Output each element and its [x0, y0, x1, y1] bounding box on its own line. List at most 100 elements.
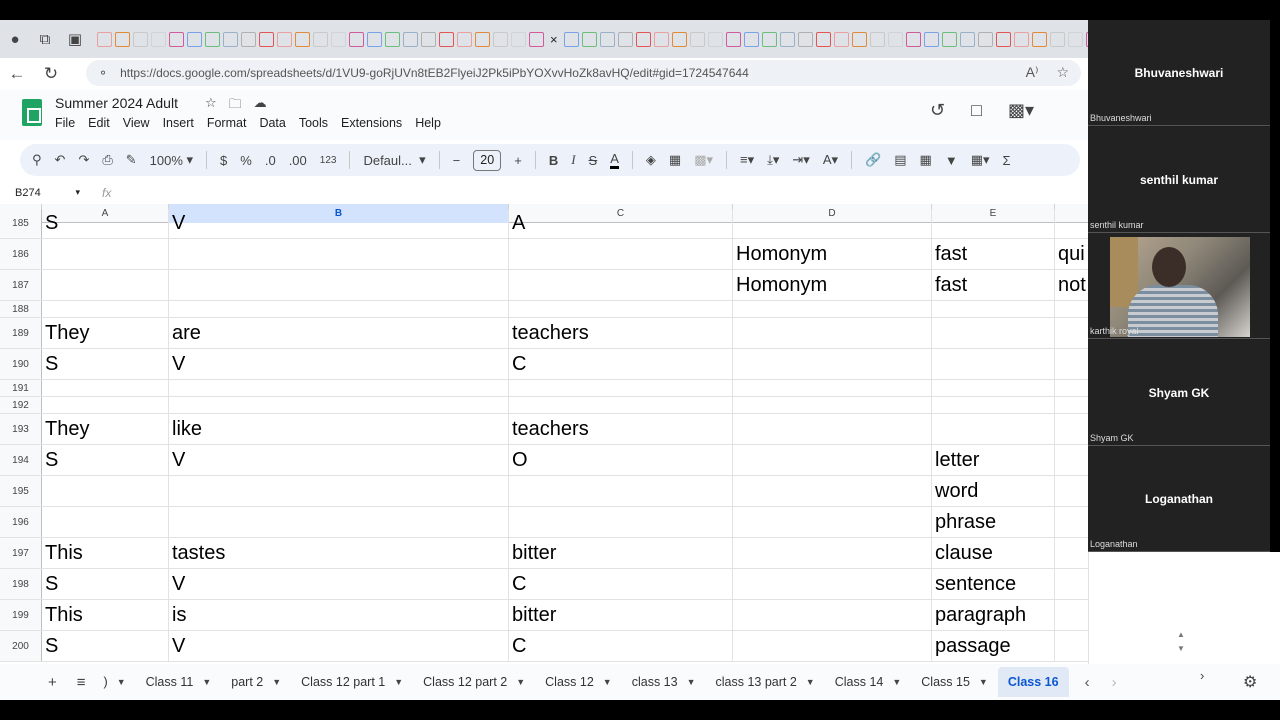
grid-cell[interactable] — [932, 318, 1055, 348]
row-header[interactable]: 198 — [0, 569, 42, 599]
paint-format-icon[interactable]: ✎ — [126, 152, 137, 168]
tab-favicon-icon[interactable] — [511, 31, 526, 47]
tab-favicon-icon[interactable] — [529, 31, 544, 47]
row-header[interactable]: 191 — [0, 380, 42, 396]
tab-favicon-icon[interactable] — [815, 31, 831, 47]
grid-cell[interactable] — [169, 301, 509, 317]
grid-cell[interactable]: is — [169, 600, 509, 630]
menu-help[interactable]: Help — [415, 116, 441, 130]
font-select[interactable]: Defaul... ▾ — [363, 152, 425, 168]
grid-cell[interactable] — [733, 414, 932, 444]
zoom-select[interactable]: 100% ▾ — [150, 152, 193, 168]
tab-favicon-icon[interactable] — [439, 31, 454, 47]
grid-cell[interactable] — [42, 507, 169, 537]
tab-favicon-icon[interactable] — [617, 31, 633, 47]
sheet-tab[interactable]: ) ▼ — [94, 667, 136, 697]
row-header[interactable]: 194 — [0, 445, 42, 475]
font-size-increase-icon[interactable]: + — [514, 153, 522, 168]
grid-cell[interactable]: V — [169, 349, 509, 379]
functions-icon[interactable]: Σ — [1003, 153, 1011, 168]
grid-cell[interactable]: Homonym — [733, 239, 932, 269]
number-format-button[interactable]: 123 — [320, 155, 337, 166]
grid-cell[interactable]: V — [169, 209, 509, 238]
grid-cell[interactable]: O — [509, 445, 733, 475]
grid-cell[interactable]: C — [509, 631, 733, 661]
tab-favicon-icon[interactable] — [1013, 31, 1029, 47]
row-header[interactable]: 188 — [0, 301, 42, 317]
tab-favicon-icon[interactable] — [1031, 31, 1047, 47]
horizontal-align-icon[interactable]: ≡▾ — [740, 152, 754, 168]
back-icon[interactable]: ← — [0, 59, 34, 89]
sheet-tab[interactable]: Class 12 part 2 ▼ — [413, 667, 535, 697]
scroll-up-icon[interactable]: ▲ — [1177, 630, 1185, 639]
menu-data[interactable]: Data — [259, 116, 285, 130]
chevron-down-icon[interactable]: ▼ — [202, 677, 211, 687]
grid-cell[interactable]: tastes — [169, 538, 509, 568]
tab-favicon-icon[interactable] — [671, 31, 687, 47]
grid-cell[interactable] — [169, 270, 509, 300]
tab-favicon-icon[interactable] — [169, 31, 184, 47]
grid-cell[interactable] — [42, 380, 169, 396]
grid-cell[interactable] — [1055, 600, 1088, 630]
url-text[interactable]: https://docs.google.com/spreadsheets/d/1… — [120, 66, 749, 80]
tab-favicon-icon[interactable] — [869, 31, 885, 47]
tab-favicon-icon[interactable] — [403, 31, 418, 47]
participant-tile[interactable]: senthil kumar senthil kumar — [1088, 126, 1270, 233]
grid-cell[interactable] — [733, 476, 932, 506]
grid-cell[interactable] — [169, 397, 509, 413]
workspaces-icon[interactable]: ⧉ — [30, 24, 60, 54]
tab-favicon-icon[interactable] — [833, 31, 849, 47]
settings-gear-icon[interactable]: ⚙ — [1243, 672, 1257, 692]
sheets-logo-icon[interactable] — [22, 99, 42, 126]
tab-favicon-icon[interactable] — [277, 31, 292, 47]
tab-favicon-icon[interactable] — [367, 31, 382, 47]
grid-cell[interactable]: clause — [932, 538, 1055, 568]
grid-cell[interactable] — [42, 397, 169, 413]
grid-cell[interactable] — [1055, 349, 1088, 379]
tab-favicon-icon[interactable] — [223, 31, 238, 47]
grid-cell[interactable] — [932, 380, 1055, 396]
tab-favicon-icon[interactable] — [151, 31, 166, 47]
grid-cell[interactable] — [733, 318, 932, 348]
percent-format-button[interactable]: % — [240, 153, 252, 168]
site-info-icon[interactable]: ⚬ — [98, 66, 108, 80]
tab-favicon-icon[interactable] — [295, 31, 310, 47]
grid-cell[interactable]: fast — [932, 239, 1055, 269]
bookmark-star-icon[interactable]: ☆ — [1056, 64, 1069, 81]
grid-cell[interactable] — [1055, 380, 1088, 396]
tab-favicon-icon[interactable] — [1049, 31, 1065, 47]
tab-favicon-icon[interactable] — [599, 31, 615, 47]
grid-cell[interactable]: Homonym — [733, 270, 932, 300]
scroll-tabs-left-icon[interactable]: ‹ — [1085, 674, 1090, 691]
grid-cell[interactable] — [42, 301, 169, 317]
row-header[interactable]: 200 — [0, 631, 42, 661]
sheet-tab[interactable]: Class 12 part 1 ▼ — [291, 667, 413, 697]
sheet-tab[interactable]: part 2 ▼ — [221, 667, 291, 697]
tab-favicon-icon[interactable] — [797, 31, 813, 47]
row-header[interactable]: 195 — [0, 476, 42, 506]
italic-button[interactable]: I — [571, 152, 575, 168]
grid-cell[interactable] — [1055, 507, 1088, 537]
sheet-tab[interactable]: Class 15 ▼ — [911, 667, 998, 697]
grid-cell[interactable] — [932, 301, 1055, 317]
borders-icon[interactable]: ▦ — [669, 152, 681, 168]
grid-cell[interactable] — [733, 569, 932, 599]
grid-cell[interactable] — [509, 301, 733, 317]
menu-format[interactable]: Format — [207, 116, 247, 130]
grid-cell[interactable]: not — [1055, 270, 1088, 300]
tab-favicon-icon[interactable] — [653, 31, 669, 47]
grid-cell[interactable] — [509, 270, 733, 300]
grid-cell[interactable] — [1055, 476, 1088, 506]
participant-tile[interactable]: Shyam GK Shyam GK — [1088, 339, 1270, 446]
grid-cell[interactable]: word — [932, 476, 1055, 506]
grid-cell[interactable] — [733, 209, 932, 238]
tab-favicon-icon[interactable] — [385, 31, 400, 47]
grid-cell[interactable] — [509, 397, 733, 413]
grid-cell[interactable]: phrase — [932, 507, 1055, 537]
text-color-button[interactable]: A — [610, 151, 619, 169]
row-header[interactable]: 187 — [0, 270, 42, 300]
tab-favicon-icon[interactable] — [205, 31, 220, 47]
reload-icon[interactable]: ↻ — [34, 59, 68, 89]
tab-favicon-icon[interactable] — [581, 31, 597, 47]
participant-tile[interactable]: Bhuvaneshwari Bhuvaneshwari — [1088, 20, 1270, 126]
